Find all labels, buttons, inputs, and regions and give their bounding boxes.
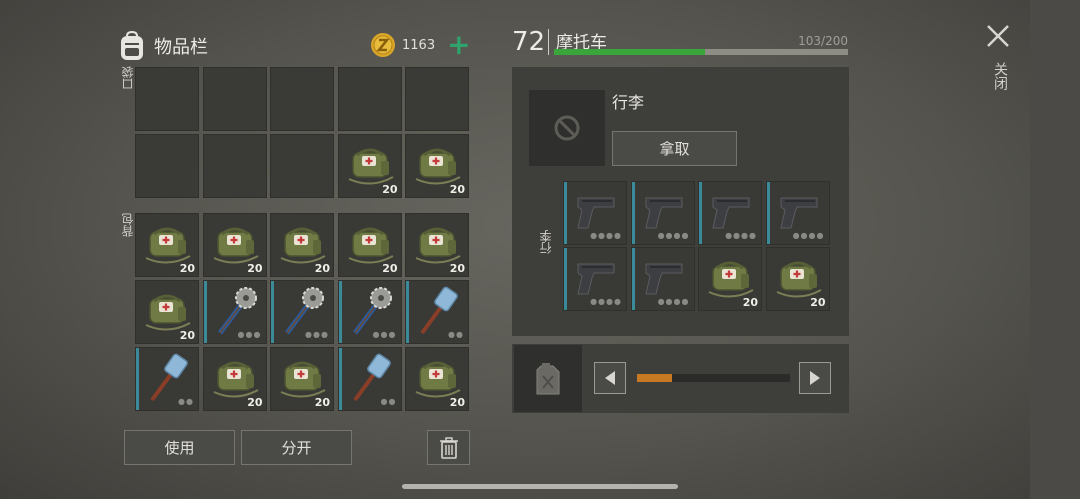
durability-dots: ●●● — [237, 330, 262, 339]
empty-slot[interactable] — [202, 134, 267, 198]
durability-dots: ●●●● — [590, 297, 622, 306]
trash-icon — [439, 436, 458, 459]
right-edge-strip — [1030, 0, 1080, 499]
item-count: 20 — [449, 183, 465, 196]
durability-dots: ●●●● — [657, 297, 690, 306]
item-slot[interactable]: ●●●● — [630, 181, 695, 245]
item-slot[interactable]: ●● — [135, 347, 199, 411]
item-slot[interactable]: ●●●● — [563, 181, 627, 245]
fuel-increase-button[interactable] — [799, 362, 831, 394]
coin-counter: 1163 + — [370, 29, 471, 61]
empty-slot[interactable] — [270, 134, 334, 198]
item-slot[interactable]: 20 — [202, 347, 267, 411]
item-slot[interactable]: 20 — [270, 347, 334, 411]
fuel-slider[interactable] — [637, 374, 790, 382]
item-slot[interactable]: ●● — [405, 280, 469, 344]
trunk-title: 行李 — [612, 93, 645, 112]
home-indicator[interactable] — [402, 484, 678, 489]
trash-button[interactable] — [427, 430, 470, 465]
fuel-can-icon — [536, 362, 560, 394]
item-slot[interactable]: 20 — [698, 247, 762, 311]
durability-dots: ●●● — [305, 330, 329, 339]
item-slot[interactable]: 20 — [270, 213, 334, 277]
take-button[interactable]: 拿取 — [612, 131, 737, 166]
item-count: 20 — [449, 396, 465, 409]
empty-slot[interactable] — [270, 67, 334, 131]
item-slot[interactable]: 20 — [135, 213, 199, 277]
coin-icon — [371, 33, 395, 57]
item-slot[interactable]: 20 — [765, 247, 830, 311]
item-slot[interactable]: 20 — [405, 213, 469, 277]
durability-dots: ●●● — [372, 330, 397, 339]
item-slot[interactable]: 20 — [405, 134, 469, 198]
pocket-label: 口袋 — [121, 66, 135, 90]
empty-slot[interactable] — [135, 134, 199, 198]
header-divider — [548, 29, 549, 55]
inventory-header: 物品栏 — [118, 28, 208, 64]
use-button[interactable]: 使用 — [124, 430, 235, 465]
item-count: 20 — [314, 262, 330, 275]
item-count: 20 — [247, 396, 263, 409]
coin-amount: 1163 — [402, 37, 436, 53]
item-slot[interactable]: ●●● — [202, 280, 267, 344]
item-count: 20 — [382, 262, 398, 275]
item-count: 20 — [314, 396, 330, 409]
empty-slot[interactable] — [405, 67, 469, 131]
item-slot[interactable]: ●●●● — [698, 181, 762, 245]
fuel-icon-box — [514, 345, 582, 412]
item-count: 20 — [810, 296, 826, 309]
fuel-decrease-button[interactable] — [594, 362, 626, 394]
item-slot[interactable]: ●●●● — [630, 247, 695, 311]
durability-dots: ●●●● — [657, 231, 690, 240]
vehicle-load-fill — [554, 49, 706, 55]
item-count: 20 — [449, 262, 465, 275]
item-slot[interactable]: 20 — [337, 134, 402, 198]
vehicle-load: 103/200 — [798, 34, 848, 48]
split-button[interactable]: 分开 — [241, 430, 352, 465]
item-slot[interactable]: 20 — [135, 280, 199, 344]
vehicle-load-bar — [554, 49, 848, 55]
item-count: 20 — [179, 262, 195, 275]
durability-dots: ●● — [380, 397, 397, 406]
durability-dots: ●● — [178, 397, 194, 406]
close-button[interactable] — [982, 20, 1014, 52]
arrow-right-icon — [810, 371, 820, 385]
close-icon — [987, 25, 1009, 47]
item-slot[interactable]: 20 — [405, 347, 469, 411]
trunk-side-label: 行李 — [539, 230, 553, 254]
item-slot[interactable]: ●● — [337, 347, 402, 411]
backpack-label: 背包 — [121, 213, 135, 237]
durability-dots: ●●●● — [725, 231, 757, 240]
arrow-left-icon — [605, 371, 615, 385]
trunk-icon-box — [529, 90, 605, 166]
item-slot[interactable]: 20 — [202, 213, 267, 277]
item-count: 20 — [382, 183, 398, 196]
durability-dots: ●● — [448, 330, 464, 339]
fuel-slider-fill — [637, 374, 673, 382]
item-count: 20 — [179, 329, 195, 342]
no-entry-icon — [554, 115, 580, 141]
item-count: 20 — [247, 262, 263, 275]
empty-slot[interactable] — [337, 67, 402, 131]
item-count: 20 — [742, 296, 758, 309]
item-slot[interactable]: ●●●● — [765, 181, 830, 245]
item-slot[interactable]: ●●● — [337, 280, 402, 344]
backpack-icon — [121, 30, 143, 60]
close-label[interactable]: 关闭 — [990, 62, 1010, 90]
empty-slot[interactable] — [135, 67, 199, 131]
item-slot[interactable]: ●●● — [270, 280, 334, 344]
vehicle-capacity: 72 — [512, 27, 546, 57]
add-coins-button plus-icon[interactable]: + — [447, 31, 470, 59]
item-slot[interactable]: 20 — [337, 213, 402, 277]
item-slot[interactable]: ●●●● — [563, 247, 627, 311]
empty-slot[interactable] — [202, 67, 267, 131]
durability-dots: ●●●● — [590, 231, 622, 240]
durability-dots: ●●●● — [792, 231, 825, 240]
inventory-title: 物品栏 — [154, 37, 208, 58]
